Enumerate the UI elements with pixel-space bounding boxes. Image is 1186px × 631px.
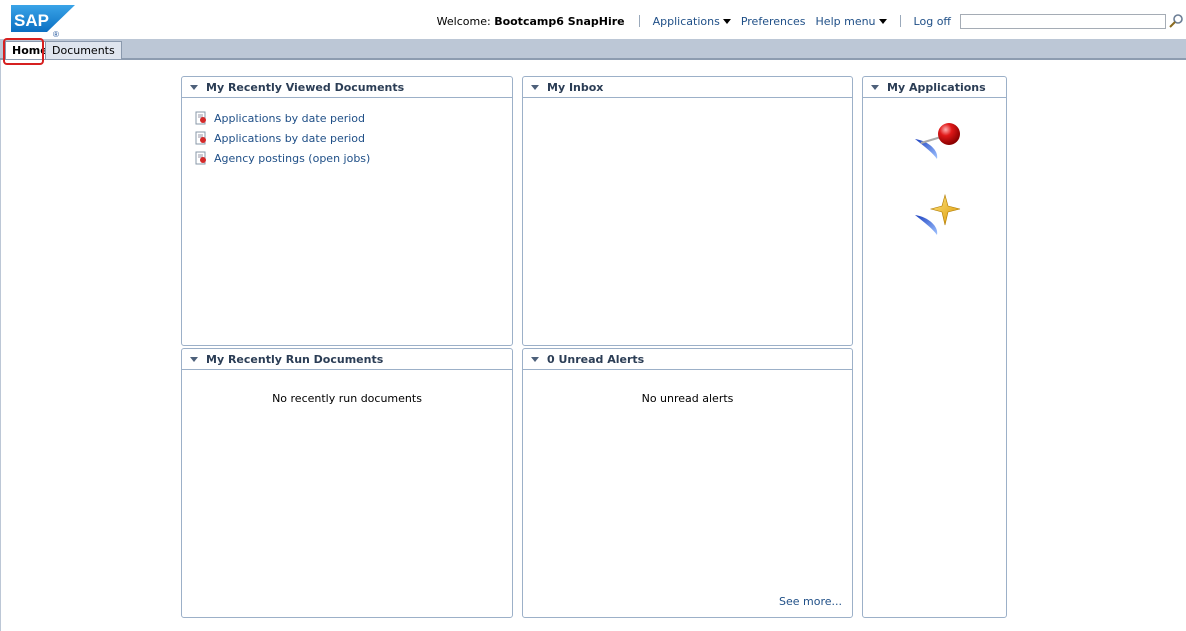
tab-strip: Home Documents [0, 39, 1186, 60]
inbox-panel: My Inbox [522, 76, 853, 346]
collapse-icon[interactable] [190, 356, 198, 362]
home-tab-highlight [3, 38, 44, 65]
recently-viewed-panel: My Recently Viewed Documents Application… [181, 76, 513, 346]
welcome-message: Welcome: Bootcamp6 SnapHire [437, 15, 625, 28]
sap-logo: SAP ® [11, 5, 75, 38]
document-link[interactable]: Applications by date period [214, 112, 365, 125]
see-more-link[interactable]: See more... [779, 595, 842, 608]
tab-documents[interactable]: Documents [45, 41, 122, 59]
alerts-panel: 0 Unread Alerts No unread alerts See mor… [522, 348, 853, 618]
applications-menu-label: Applications [652, 14, 720, 28]
web-intelligence-document-icon [195, 151, 206, 165]
web-intelligence-document-icon [195, 111, 206, 125]
alerts-header[interactable]: 0 Unread Alerts [523, 349, 852, 370]
recently-run-header[interactable]: My Recently Run Documents [182, 349, 512, 370]
pushpin-app-icon[interactable] [911, 117, 965, 167]
inbox-header[interactable]: My Inbox [523, 77, 852, 98]
alerts-title: 0 Unread Alerts [547, 352, 645, 366]
alerts-empty-text: No unread alerts [641, 392, 734, 405]
preferences-link[interactable]: Preferences [741, 15, 806, 28]
document-link[interactable]: Applications by date period [214, 132, 365, 145]
recently-run-title: My Recently Run Documents [206, 352, 384, 366]
web-intelligence-document-icon [195, 131, 206, 145]
sap-logo-text: SAP [14, 11, 49, 30]
collapse-icon[interactable] [531, 356, 539, 362]
list-item[interactable]: Applications by date period [194, 128, 512, 148]
recently-run-panel: My Recently Run Documents No recently ru… [181, 348, 513, 618]
applications-title: My Applications [887, 80, 986, 94]
separator [899, 15, 901, 27]
applications-header[interactable]: My Applications [863, 77, 1006, 98]
search-input[interactable] [960, 13, 1166, 29]
applications-menu[interactable]: Applications [653, 15, 731, 28]
separator [638, 15, 640, 27]
help-menu-label: Help menu [815, 14, 876, 28]
list-item[interactable]: Agency postings (open jobs) [194, 148, 512, 168]
recently-viewed-header[interactable]: My Recently Viewed Documents [182, 77, 512, 98]
chevron-down-icon [722, 18, 731, 24]
collapse-icon[interactable] [871, 84, 879, 90]
svg-text:®: ® [53, 30, 59, 38]
top-navigation-bar: Welcome: Bootcamp6 SnapHire Applications… [437, 13, 1186, 29]
log-off-link[interactable]: Log off [914, 15, 951, 28]
chevron-down-icon [878, 18, 887, 24]
welcome-prefix: Welcome: [436, 14, 491, 28]
recently-viewed-list: Applications by date period Applications… [182, 98, 512, 168]
left-border [0, 60, 1, 631]
inbox-title: My Inbox [547, 80, 604, 94]
list-item[interactable]: Applications by date period [194, 108, 512, 128]
search-icon[interactable] [1168, 13, 1184, 29]
user-name: Bootcamp6 SnapHire [494, 14, 625, 28]
document-link[interactable]: Agency postings (open jobs) [214, 152, 370, 165]
recently-run-empty-text: No recently run documents [272, 392, 422, 405]
recently-viewed-title: My Recently Viewed Documents [206, 80, 405, 94]
help-menu[interactable]: Help menu [816, 15, 887, 28]
star-app-icon[interactable] [911, 193, 965, 243]
applications-panel: My Applications [862, 76, 1007, 618]
collapse-icon[interactable] [190, 84, 198, 90]
collapse-icon[interactable] [531, 84, 539, 90]
